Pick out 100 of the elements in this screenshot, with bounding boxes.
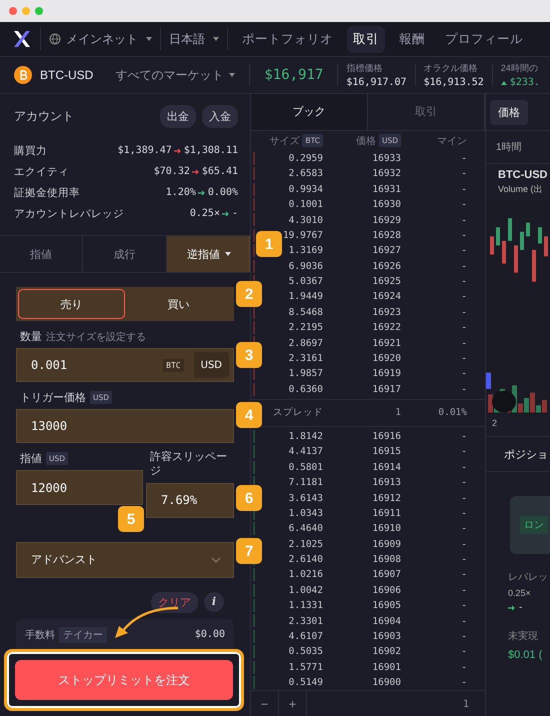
info-button[interactable]: i [204, 592, 224, 612]
unit-tag: BTC [163, 358, 184, 372]
step-badge: 3 [236, 342, 262, 368]
price-cell-text: 16909 [371, 538, 401, 550]
price-cell-text: 16901 [371, 662, 401, 673]
size-cell-text: 4.6107 [288, 630, 323, 642]
logo-icon[interactable] [12, 29, 32, 49]
nav-link[interactable]: ポートフォリオ [236, 26, 339, 52]
advanced-dropdown[interactable]: アドバンスト [16, 542, 234, 578]
size-cell-text: 0.1001 [288, 199, 323, 210]
caret-icon [213, 37, 219, 41]
new-value: - [232, 208, 238, 219]
order-type-tab[interactable]: 指値 [0, 236, 84, 272]
mine-cell-text: - [460, 168, 467, 180]
size-cell-text: 19.9767 [282, 230, 323, 241]
price-cell-text: 16933 [371, 153, 401, 164]
mine-cell-text: - [460, 569, 467, 580]
step-badge: 7 [236, 538, 262, 564]
positions-tab[interactable]: ポジショ [486, 436, 550, 472]
stat-value: $233. [510, 77, 540, 88]
size-cell-text: 8.5468 [288, 306, 323, 318]
account-label: アカウントレバレッジ [14, 206, 124, 220]
new-value: 0.00% [208, 187, 238, 198]
leverage-value: 0.25× [507, 587, 532, 598]
column-header: 価格 [356, 134, 376, 148]
minimize-window-button[interactable] [22, 7, 30, 15]
size-cell-text: 2.1025 [288, 538, 323, 550]
caret-icon [229, 73, 236, 77]
current-value: 1.20% [166, 187, 196, 198]
price-cell-text: 16900 [371, 677, 401, 688]
nav-link[interactable]: 報酬 [393, 26, 431, 52]
price-cell-text: 16921 [371, 338, 401, 349]
stat-label: 24時間の [500, 62, 539, 75]
price-cell-text: 16926 [371, 260, 401, 272]
mine-cell-text: - [460, 554, 467, 566]
interval-button[interactable]: 1時間 [496, 140, 522, 154]
size-field[interactable]: 0.001 BTC USD [16, 348, 234, 382]
stat-label: オラクル価格 [424, 62, 479, 75]
zoom-out-button[interactable]: − [251, 691, 279, 716]
side-button[interactable]: 買い [125, 289, 232, 319]
side-button[interactable]: 売り [18, 289, 125, 319]
chart-tab[interactable]: 価格 [490, 100, 528, 124]
new-value: - [519, 602, 522, 613]
axis-label: 2 [491, 418, 498, 430]
price-cell-text: 16928 [371, 230, 401, 241]
size-cell-text: 2.2195 [288, 322, 323, 334]
limit-price-field[interactable]: 12000 [16, 470, 143, 505]
field-value: 0.001 [30, 357, 68, 373]
bitcoin-icon [14, 66, 32, 84]
size-cell-text: 2.6583 [288, 168, 323, 180]
account-button[interactable]: 入金 [202, 104, 238, 128]
nav-link[interactable]: 取引 [347, 26, 385, 52]
mine-cell-text: - [460, 462, 467, 473]
size-cell-text: 7.1181 [288, 477, 323, 488]
mine-cell-text: - [460, 492, 467, 504]
column-header: サイズ [269, 134, 300, 148]
nav-link[interactable]: プロフィール [439, 26, 529, 52]
column-header: マイン [437, 134, 467, 148]
mine-cell-text: - [460, 630, 467, 642]
price-cell-text: 16924 [371, 291, 401, 302]
mine-cell-text: - [460, 677, 467, 688]
price-cell-text: 16925 [371, 276, 401, 288]
account-button[interactable]: 出金 [160, 104, 196, 128]
currency-toggle[interactable]: USD [194, 352, 229, 378]
account-label: 購買力 [14, 144, 47, 158]
zoom-in-button[interactable]: + [279, 691, 307, 716]
stat-label: 指標価格 [346, 62, 384, 75]
size-cell-text: 5.0367 [288, 276, 323, 288]
size-cell-text: 2.3161 [288, 352, 323, 364]
mine-cell-text: - [460, 538, 467, 550]
price-cell-text: 16906 [371, 584, 401, 596]
network-dropdown[interactable]: メインネット [49, 30, 152, 48]
leverage-label: レバレッ [507, 571, 549, 584]
price-cell-text: 16919 [371, 368, 401, 380]
current-value: $1,389.47 [118, 145, 172, 156]
size-cell-text: 1.0343 [288, 508, 323, 519]
price-cell-text: 16927 [371, 245, 401, 256]
mine-cell-text: - [460, 600, 467, 612]
markets-dropdown[interactable]: すべてのマーケット [115, 66, 236, 84]
field-label: トリガー価格 [20, 391, 86, 405]
mine-cell-text: - [460, 352, 467, 364]
last-price: $16,917 [264, 67, 324, 83]
mine-cell-text: - [460, 646, 467, 658]
mine-cell-text: - [460, 508, 467, 519]
step-badge: 6 [236, 485, 262, 511]
size-cell-text: 0.2959 [288, 153, 323, 164]
order-type-tab[interactable]: 逆指値 [166, 236, 250, 272]
language-dropdown[interactable]: 日本語 [169, 30, 219, 48]
slippage-field[interactable]: 7.69% [146, 482, 234, 518]
trigger-price-field[interactable]: 13000 [16, 409, 234, 443]
price-cell-text: 16917 [371, 384, 401, 395]
size-cell-text: 1.3169 [288, 245, 323, 256]
close-window-button[interactable] [9, 7, 17, 15]
size-cell-text: 4.4137 [288, 446, 323, 458]
maximize-window-button[interactable] [35, 7, 43, 15]
fee-label: 手数料 [25, 628, 55, 642]
field-label: 数量 [20, 330, 42, 344]
book-tab[interactable]: ブック [251, 94, 368, 130]
price-cell-text: 16930 [371, 199, 401, 210]
size-cell-text: 1.0216 [288, 569, 323, 580]
